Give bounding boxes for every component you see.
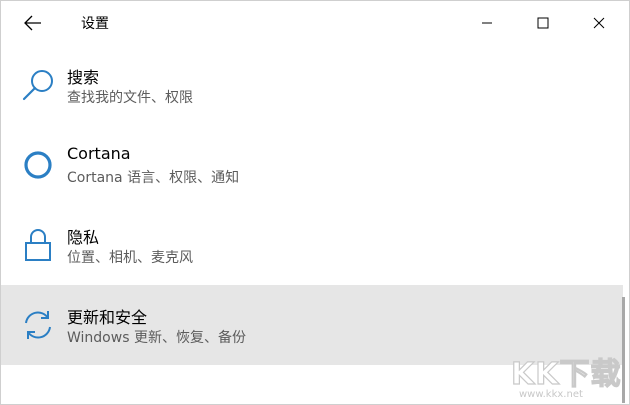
back-button[interactable] xyxy=(11,5,55,41)
cortana-icon xyxy=(19,145,57,185)
back-arrow-icon xyxy=(24,15,41,31)
settings-item-privacy[interactable]: 隐私 位置、相机、麦克风 xyxy=(1,205,623,285)
settings-item-cortana[interactable]: Cortana Cortana 语言、权限、通知 xyxy=(1,125,623,205)
maximize-button[interactable] xyxy=(515,1,571,45)
settings-window: 设置 搜索 查找我的文件、权限 Cortana Cortana 语言、权限、通知… xyxy=(0,0,630,405)
settings-item-description: 查找我的文件、权限 xyxy=(67,90,193,106)
settings-item-description: Cortana 语言、权限、通知 xyxy=(67,170,240,186)
sync-icon xyxy=(19,305,57,345)
settings-item-description: 位置、相机、麦克风 xyxy=(67,250,193,266)
search-icon xyxy=(19,65,57,105)
watermark-logo: KK下载 xyxy=(510,356,622,392)
maximize-icon xyxy=(537,17,549,29)
minimize-icon xyxy=(482,22,492,24)
watermark-url: www.kkx.net xyxy=(519,389,583,400)
settings-item-search[interactable]: 搜索 查找我的文件、权限 xyxy=(1,45,623,125)
settings-item-label: 搜索 xyxy=(67,68,100,87)
settings-item-description: Windows 更新、恢复、备份 xyxy=(67,330,246,346)
settings-item-label: 隐私 xyxy=(67,228,100,247)
title-bar: 设置 xyxy=(1,1,629,45)
window-title: 设置 xyxy=(81,16,109,32)
settings-item-label: 更新和安全 xyxy=(67,308,148,327)
settings-category-list: 搜索 查找我的文件、权限 Cortana Cortana 语言、权限、通知 隐私… xyxy=(1,45,623,365)
minimize-button[interactable] xyxy=(459,1,515,45)
close-button[interactable] xyxy=(571,1,627,45)
settings-item-label: Cortana xyxy=(67,144,131,163)
lock-icon xyxy=(19,225,57,265)
watermark: KK下载 www.kkx.net xyxy=(510,349,629,404)
close-icon xyxy=(593,17,605,29)
